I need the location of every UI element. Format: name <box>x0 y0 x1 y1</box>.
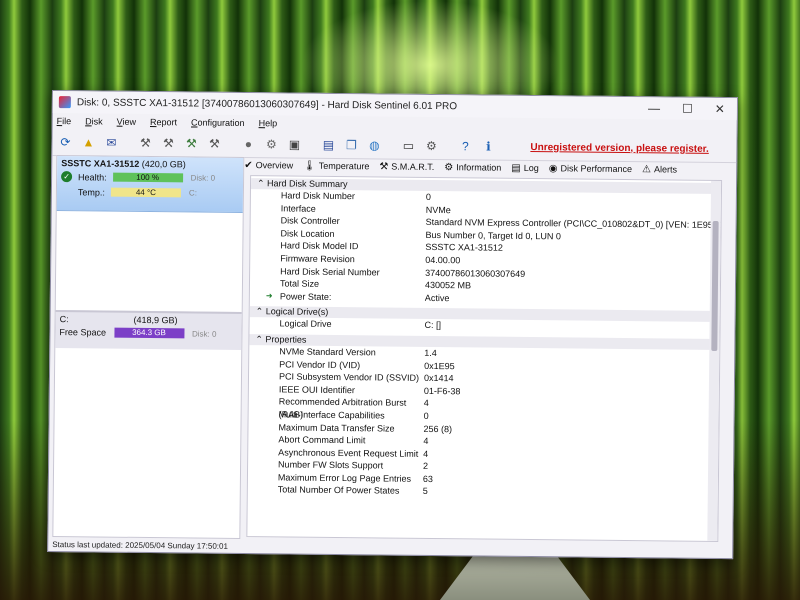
volume-size: (418,9 GB) <box>133 314 178 326</box>
temp-drive: C: <box>188 188 197 198</box>
disk-icon[interactable]: ● <box>239 135 257 153</box>
property-value: 5 <box>422 486 428 497</box>
info-icon: ⚙ <box>444 161 454 173</box>
volume-letter: C: <box>59 314 69 325</box>
app-window: Disk: 0, SSSTC XA1-31512 [37400786013060… <box>47 90 738 560</box>
volume-disk: Disk: 0 <box>191 328 217 339</box>
register-link[interactable]: Unregistered version, please register. <box>530 142 709 155</box>
property-value: C: [] <box>424 320 442 331</box>
tab-label: S.M.A.R.T. <box>391 161 435 173</box>
temp-label: Temp.: <box>77 186 106 198</box>
section-title: Properties <box>265 334 307 345</box>
globe-icon[interactable]: ◍ <box>365 136 383 154</box>
window-title: Disk: 0, SSSTC XA1-31512 [37400786013060… <box>76 96 458 112</box>
tab-information[interactable]: ⚙ Information <box>444 162 501 174</box>
property-value: Active <box>424 292 450 303</box>
status-bar: Status last updated: 2025/05/04 Sunday 1… <box>52 540 228 551</box>
tab-label: Disk Performance <box>560 163 633 175</box>
copy-icon[interactable]: ❐ <box>342 136 360 154</box>
volume-entry[interactable]: C: (418,9 GB) Free Space 364.3 GB Disk: … <box>55 310 242 350</box>
information-panel: ⌃ Hard Disk Summary Hard Disk Number 0 In… <box>246 175 723 543</box>
tab-label: Log <box>523 162 539 174</box>
power-icon: ➜ <box>265 291 273 301</box>
test-icon[interactable]: ⚒ <box>205 135 223 153</box>
maximize-button[interactable]: ☐ <box>682 102 693 116</box>
warning-icon[interactable]: ▲ <box>79 133 97 151</box>
help-icon[interactable]: ? <box>456 137 474 155</box>
close-button[interactable]: ✕ <box>715 102 725 116</box>
refresh-icon[interactable]: ⟳ <box>56 133 74 151</box>
minimize-button[interactable]: — <box>648 101 660 115</box>
report-icon[interactable]: ▤ <box>319 136 337 154</box>
test-icon[interactable]: ⚒ <box>136 134 154 152</box>
menu-view[interactable]: View <box>117 117 136 127</box>
tab-alerts[interactable]: ⚠ Alerts <box>642 164 677 175</box>
property-key: Logical Drive <box>279 318 332 330</box>
menu-report[interactable]: Report <box>150 117 177 127</box>
network-icon[interactable]: ⚙ <box>262 135 280 153</box>
tab-log[interactable]: ▤ Log <box>511 162 539 173</box>
menu-file[interactable]: File <box>57 116 72 126</box>
tab-label: Overview <box>255 160 294 171</box>
disk-entry[interactable]: SSSTC XA1-31512 (420,0 GB) ✓ Health: 100… <box>56 156 244 214</box>
health-label: Health: <box>78 171 107 183</box>
disk-list-panel: SSSTC XA1-31512 (420,0 GB) ✓ Health: 100… <box>52 155 245 539</box>
menu-disk[interactable]: Disk <box>85 116 103 126</box>
tab-overview[interactable]: ✔ Overview <box>244 160 293 172</box>
test-icon[interactable]: ⚒ <box>159 134 177 152</box>
app-icon <box>58 96 71 109</box>
health-bar: 100 % <box>112 172 183 183</box>
health-disk: Disk: 0 <box>190 173 216 183</box>
section-title: Hard Disk Summary <box>267 178 348 190</box>
temp-bar: 44 °C <box>110 187 181 198</box>
check-icon: ✓ <box>61 171 73 183</box>
free-space-bar: 364.3 GB <box>113 327 185 339</box>
property-key: Total Number Of Power States <box>277 484 400 497</box>
server-icon[interactable]: ▣ <box>285 135 303 153</box>
test-icon[interactable]: ⚒ <box>182 134 200 152</box>
monitor-icon[interactable]: ▭ <box>399 137 417 155</box>
tab-smart[interactable]: ⚒ S.M.A.R.T. <box>379 161 434 173</box>
section-title: Logical Drive(s) <box>265 306 329 318</box>
check-icon: ✔ <box>244 159 253 171</box>
disk-name: SSSTC XA1-31512 <box>61 158 140 169</box>
gauge-icon: ◉ <box>548 162 558 174</box>
scrollbar-thumb[interactable] <box>711 220 719 351</box>
smart-icon: ⚒ <box>379 160 389 173</box>
mail-icon[interactable]: ✉ <box>102 134 120 152</box>
free-space-label: Free Space <box>59 327 107 338</box>
property-key: Power State: <box>279 291 332 302</box>
menu-configuration[interactable]: Configuration <box>191 117 245 128</box>
settings-icon[interactable]: ⚙ <box>422 137 440 155</box>
tab-label: Alerts <box>653 164 678 175</box>
thermometer-icon: 🌡︎ <box>303 160 316 172</box>
tab-label: Temperature <box>318 160 370 172</box>
log-icon: ▤ <box>511 162 521 174</box>
menu-help[interactable]: Help <box>259 118 278 128</box>
tab-label: Information <box>456 162 502 173</box>
tab-disk-performance[interactable]: ◉ Disk Performance <box>549 163 632 175</box>
info-icon[interactable]: ℹ <box>479 137 497 155</box>
disk-size: (420,0 GB) <box>141 158 186 170</box>
tab-temperature[interactable]: 🌡︎ Temperature <box>303 160 369 172</box>
alert-icon: ⚠ <box>642 163 652 175</box>
